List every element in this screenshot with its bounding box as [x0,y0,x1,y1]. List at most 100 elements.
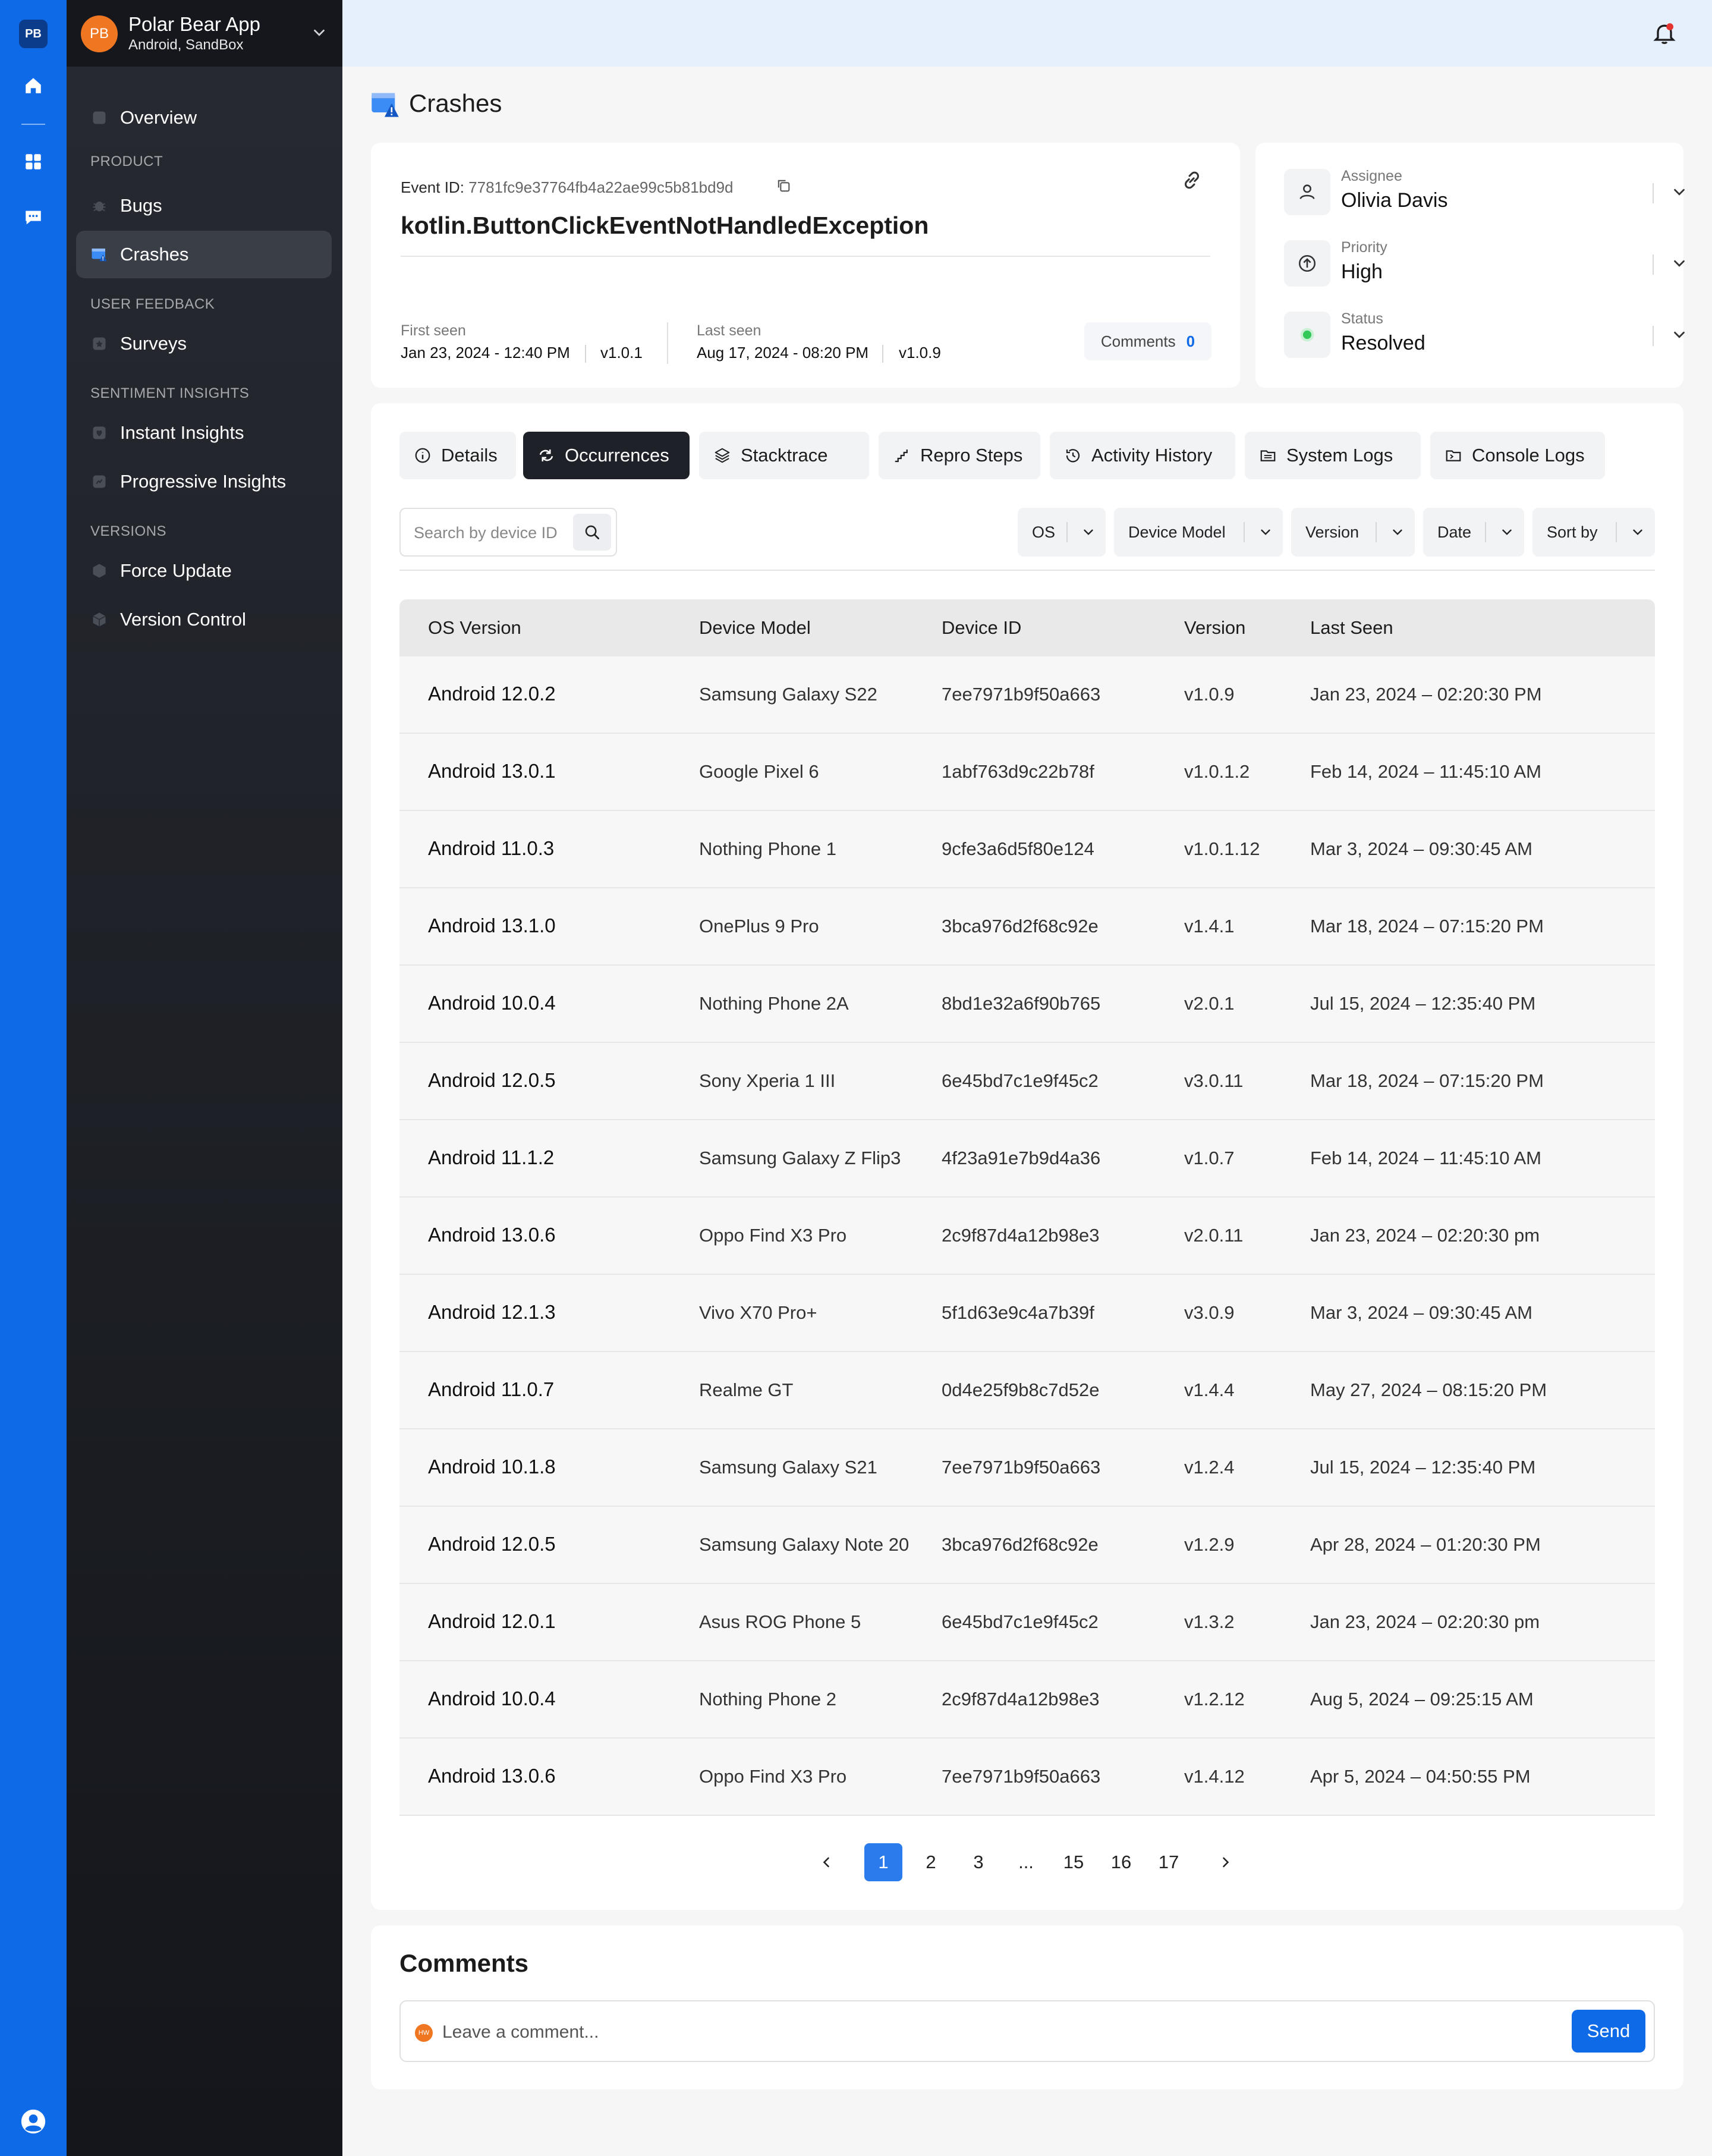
divider [1066,522,1068,542]
comment-input[interactable] [442,2019,1512,2045]
table-row[interactable]: Android 12.0.5 Samsung Galaxy Note 20 3bca… [399,1507,1655,1584]
status-select[interactable]: Status Resolved [1284,308,1685,362]
chevron-down-icon[interactable] [310,24,328,42]
exception-title: kotlin.ButtonClickEventNotHandledExcepti… [401,212,929,239]
cell-last-seen: Mar 18, 2024 – 07:15:20 PM [1310,1070,1544,1091]
table-row[interactable]: Android 11.0.3 Nothing Phone 1 9cfe3a6d5f8… [399,811,1655,888]
chevron-down-icon[interactable] [1670,326,1688,344]
divider [399,570,1655,571]
priority-select[interactable]: Priority High [1284,237,1685,290]
app-switcher[interactable]: PB Polar Bear App Android, SandBox [67,0,342,67]
assignee-select[interactable]: Assignee Olivia Davis [1284,165,1685,219]
table-row[interactable]: Android 10.0.4 Nothing Phone 2 2c9f87d4a12… [399,1661,1655,1739]
version-filter[interactable]: Version [1291,508,1415,557]
user-icon [1284,169,1330,215]
table-row[interactable]: Android 12.0.1 Asus ROG Phone 5 6e45bd7c1e… [399,1584,1655,1661]
search-input[interactable] [414,521,574,545]
cell-model: Oppo Find X3 Pro [699,1225,847,1246]
cell-version: v1.4.12 [1184,1766,1245,1787]
cell-device-id: 6e45bd7c1e9f45c2 [942,1611,1099,1632]
first-seen-label: First seen [401,322,466,339]
chevron-down-icon[interactable] [1670,254,1688,272]
tab-activity-history[interactable]: Activity History [1050,432,1235,479]
sidebar-item-instant-insights[interactable]: Instant Insights [76,409,332,457]
chevron-down-icon [1630,524,1645,540]
column-header-version[interactable]: Version [1184,617,1245,639]
table-row[interactable]: Android 13.1.0 OnePlus 9 Pro 3bca976d2f68c… [399,888,1655,966]
device-model-filter[interactable]: Device Model [1114,508,1283,557]
os-filter[interactable]: OS [1018,508,1106,557]
tab-details[interactable]: Details [399,432,516,479]
pagination-page[interactable]: 16 [1102,1843,1140,1881]
sidebar-item-bugs[interactable]: Bugs [76,182,332,230]
table-row[interactable]: Android 10.1.8 Samsung Galaxy S21 7ee7971b… [399,1429,1655,1507]
user-avatar-icon[interactable] [20,2108,46,2135]
table-row[interactable]: Android 13.0.1 Google Pixel 6 1abf763d9c22… [399,734,1655,811]
pagination-next[interactable] [1207,1843,1245,1881]
cell-device-id: 1abf763d9c22b78f [942,761,1094,782]
sidebar-item-label: Bugs [120,195,162,216]
tab-stacktrace[interactable]: Stacktrace [699,432,869,479]
notification-bell-icon[interactable] [1651,20,1678,46]
copy-icon[interactable] [775,177,793,195]
pagination-page[interactable]: 1 [864,1843,902,1881]
comments-count: 0 [1186,332,1195,350]
sidebar-item-version-control[interactable]: Version Control [76,596,332,643]
rail-logo[interactable]: PB [19,20,48,48]
column-header-last-seen[interactable]: Last Seen [1310,617,1393,639]
sidebar-item-overview[interactable]: Overview [76,94,332,142]
table-row[interactable]: Android 10.0.4 Nothing Phone 2A 8bd1e32a6f… [399,966,1655,1043]
column-header-device-model[interactable]: Device Model [699,617,811,639]
progress-icon [90,473,108,491]
section-versions: VERSIONS [90,523,167,539]
table-row[interactable]: Android 11.0.7 Realme GT 0d4e25f9b8c7d52e v… [399,1352,1655,1429]
top-bar [342,0,1712,67]
assignee-label: Assignee [1341,168,1402,184]
comments-card: Comments HW Send [371,1925,1683,2089]
cell-version: v1.0.1.12 [1184,838,1260,859]
chevron-down-icon[interactable] [1670,183,1688,201]
cell-version: v1.4.4 [1184,1379,1235,1400]
pagination-page[interactable]: 3 [959,1843,997,1881]
sort-by-filter[interactable]: Sort by [1532,508,1655,557]
grid-icon[interactable] [21,150,45,174]
search-button[interactable] [573,514,611,551]
bug-icon [90,197,108,215]
table-row[interactable]: Android 12.0.2 Samsung Galaxy S22 7ee7971b… [399,656,1655,734]
divider [1653,183,1654,203]
cell-last-seen: Jan 23, 2024 – 02:20:30 pm [1310,1611,1540,1632]
tab-system-logs[interactable]: System Logs [1245,432,1421,479]
sidebar-item-progressive-insights[interactable]: Progressive Insights [76,458,332,505]
home-icon[interactable] [21,74,45,98]
cell-version: v1.2.12 [1184,1689,1245,1709]
tab-console-logs[interactable]: Console Logs [1430,432,1605,479]
pagination-page[interactable]: 2 [912,1843,950,1881]
tab-repro-steps[interactable]: Repro Steps [879,432,1040,479]
section-user-feedback: USER FEEDBACK [90,296,215,312]
sidebar-item-surveys[interactable]: Surveys [76,320,332,367]
chat-icon[interactable] [21,206,45,230]
sidebar-item-force-update[interactable]: Force Update [76,547,332,595]
pagination-prev[interactable] [807,1843,845,1881]
cell-os: Android 12.0.2 [428,683,556,705]
sidebar-item-crashes[interactable]: Crashes [76,231,332,278]
comments-count-button[interactable]: Comments 0 [1084,322,1211,360]
divider [401,256,1210,257]
column-header-os[interactable]: OS Version [428,617,521,639]
column-header-device-id[interactable]: Device ID [942,617,1021,639]
divider [1485,522,1486,542]
table-row[interactable]: Android 13.0.6 Oppo Find X3 Pro 2c9f87d4a1… [399,1198,1655,1275]
tab-occurrences[interactable]: Occurrences [523,432,690,479]
date-filter[interactable]: Date [1423,508,1524,557]
pagination-page[interactable]: 17 [1150,1843,1188,1881]
divider [1616,522,1617,542]
cell-last-seen: Aug 5, 2024 – 09:25:15 AM [1310,1689,1534,1709]
table-row[interactable]: Android 11.1.2 Samsung Galaxy Z Flip3 4f23… [399,1120,1655,1198]
table-row[interactable]: Android 12.0.5 Sony Xperia 1 III 6e45bd7c1… [399,1043,1655,1120]
table-row[interactable]: Android 12.1.3 Vivo X70 Pro+ 5f1d63e9c4a7b… [399,1275,1655,1352]
send-button[interactable]: Send [1572,2010,1645,2053]
table-row[interactable]: Android 13.0.6 Oppo Find X3 Pro 7ee7971b9f… [399,1739,1655,1816]
link-icon[interactable] [1181,169,1204,193]
pagination-page[interactable]: 15 [1055,1843,1093,1881]
cell-model: OnePlus 9 Pro [699,916,819,936]
